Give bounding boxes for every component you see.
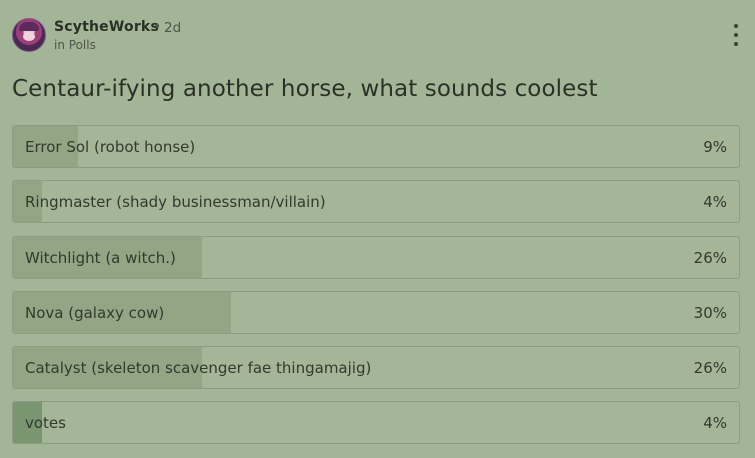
menu-dot (734, 33, 738, 37)
poll-options: Error Sol (robot honse) 9% Ringmaster (s… (12, 125, 740, 457)
poll-option-label: Witchlight (a witch.) (25, 248, 176, 267)
poll-option-label: Error Sol (robot honse) (25, 138, 196, 156)
separator-dot: • (153, 19, 162, 35)
poll-option-percent: 26% (693, 359, 727, 378)
poll-option[interactable]: Nova (galaxy cow) 30% (12, 290, 740, 334)
user-avatar-icon[interactable] (12, 18, 46, 52)
author-name[interactable]: ScytheWorks (54, 19, 159, 35)
post-time: 2d (164, 20, 182, 36)
poll-option-percent: 4% (703, 414, 727, 433)
vertical-ellipsis-icon[interactable] (729, 22, 743, 48)
menu-dot (734, 42, 738, 46)
poll-option[interactable]: Ringmaster (shady businessman/villain) 4… (12, 180, 740, 224)
poll-option-percent: 26% (693, 248, 727, 267)
poll-option-label: Nova (galaxy cow) (25, 303, 165, 322)
poll-option-percent: 30% (693, 303, 727, 322)
poll-option-percent: 4% (703, 193, 727, 212)
poll-option-label: Ringmaster (shady businessman/villain) (25, 193, 326, 212)
poll-option[interactable]: Catalyst (skeleton scavenger fae thingam… (12, 346, 740, 390)
community-label[interactable]: in Polls (54, 38, 96, 52)
poll-title: Centaur-ifying another horse, what sound… (12, 76, 598, 102)
poll-option[interactable]: Witchlight (a witch.) 26% (12, 235, 740, 279)
poll-option[interactable]: Error Sol (robot honse) 9% (12, 125, 740, 168)
menu-dot (734, 24, 738, 28)
poll-post: ScytheWorks • 2d in Polls Centaur-ifying… (0, 0, 755, 458)
poll-option-label: Catalyst (skeleton scavenger fae thingam… (25, 359, 372, 378)
post-header: ScytheWorks • 2d in Polls (12, 18, 743, 54)
poll-option-percent: 9% (703, 138, 727, 156)
poll-option[interactable]: votes 4% (12, 401, 740, 445)
poll-option-label: votes (25, 414, 66, 433)
